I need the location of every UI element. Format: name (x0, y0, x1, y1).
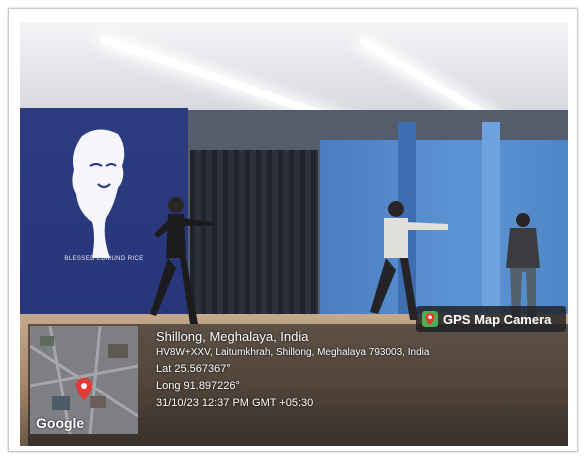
timestamp: 31/10/23 12:37 PM GMT +05:30 (156, 397, 314, 409)
address: HV8W+XXV, Laitumkhrah, Shillong, Meghala… (156, 347, 430, 358)
google-logo: Google (36, 415, 85, 431)
map-pin-icon (422, 311, 438, 327)
map-thumbnail: Google (30, 326, 138, 434)
location-info: Shillong, Meghalaya, India HV8W+XXV, Lai… (156, 328, 429, 412)
location-name: Shillong, Meghalaya, India (156, 329, 309, 344)
badge-label: GPS Map Camera (443, 311, 552, 327)
portrait-face (72, 129, 125, 258)
gps-map-camera-badge: GPS Map Camera (416, 306, 566, 332)
pillar (482, 122, 500, 316)
latitude: Lat 25.567367° (156, 363, 231, 375)
photo: BLESSED EDMUND RICE GPS Map Camera Googl… (20, 22, 568, 446)
longitude: Long 91.897226° (156, 380, 240, 392)
dancer-left (150, 197, 214, 324)
